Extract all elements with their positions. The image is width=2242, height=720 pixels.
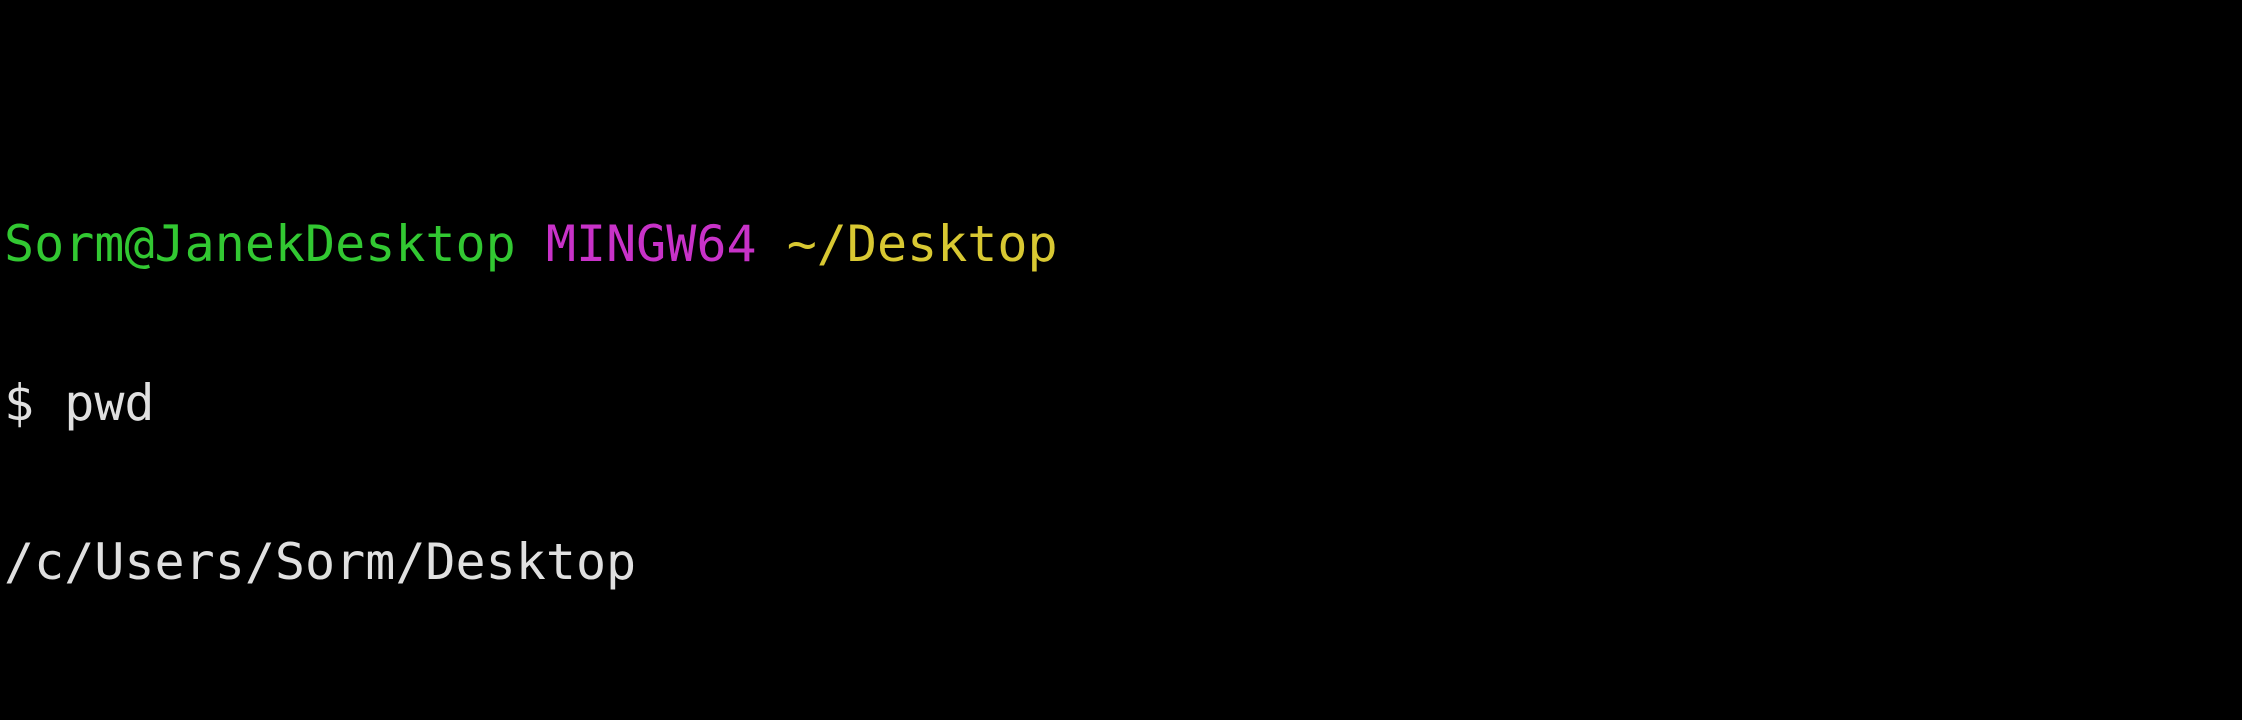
- prompt-symbol: $: [4, 374, 64, 432]
- terminal-window[interactable]: Sorm@JanekDesktop MINGW64 ~/Desktop $ pw…: [0, 0, 2242, 720]
- command-line-1: $ pwd: [4, 377, 2238, 430]
- cwd-path: ~/Desktop: [787, 215, 1058, 273]
- user-host: Sorm@JanekDesktop: [4, 215, 516, 273]
- prompt-line-1: Sorm@JanekDesktop MINGW64 ~/Desktop: [4, 218, 2238, 271]
- shell-env: MINGW64: [546, 215, 757, 273]
- command-output-1: /c/Users/Sorm/Desktop: [4, 536, 2238, 589]
- command-text: pwd: [64, 374, 154, 432]
